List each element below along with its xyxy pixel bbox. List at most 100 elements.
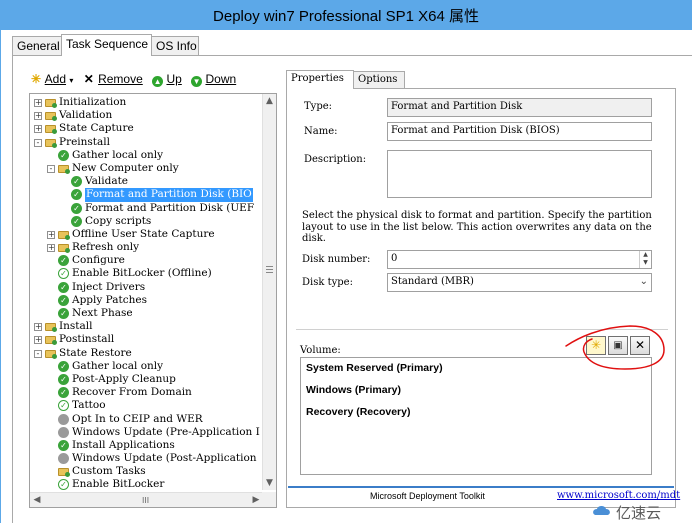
tree-horizontal-scrollbar[interactable]: ◀ III ▶ [30,492,263,507]
scroll-left-icon[interactable]: ◀ [30,493,44,507]
tree-item[interactable]: + Install [30,320,263,333]
tree-item[interactable]: ✓ Next Phase [30,307,263,320]
check-icon: ✓ [71,215,82,227]
tree-item[interactable]: ✓ Copy scripts [30,215,263,228]
spin-down-icon[interactable]: ▼ [640,259,651,267]
tree-item-label: Enable BitLocker (Offline) [72,267,212,280]
tree-item[interactable]: Custom Tasks [30,465,263,478]
tree-item[interactable]: + Postinstall [30,333,263,346]
volume-properties-icon[interactable]: ▣ [608,336,628,355]
tree-item[interactable]: - State Restore [30,347,263,360]
tree-item[interactable]: + Validation [30,109,263,122]
collapse-icon[interactable]: - [34,349,42,358]
expand-icon[interactable]: + [47,244,55,253]
tree-item[interactable]: ✓ Post-Apply Cleanup [30,373,263,386]
tree-item[interactable]: ✓ Validate [30,175,263,188]
tree-item[interactable]: ✓ Configure [30,254,263,267]
expand-icon[interactable]: + [34,323,42,332]
tree-item[interactable]: ✓ Tattoo [30,399,263,412]
folder-icon [58,468,70,478]
tree-item[interactable]: Opt In to CEIP and WER [30,413,263,426]
up-arrow-icon: ▲ [152,76,164,87]
task-toolbar: ✳ Add ▾ ✕ Remove ▲ Up ▼ Down [30,72,242,90]
volume-item[interactable]: Recovery (Recovery) [306,406,410,418]
tree-item-label: Recover From Domain [72,386,192,399]
tree-item[interactable]: ✓ Enable BitLocker [30,478,263,490]
chevron-down-icon[interactable]: ⌄ [640,276,648,287]
new-volume-icon[interactable]: ✳ [586,336,606,355]
scroll-down-icon[interactable]: ▼ [263,476,276,490]
check-outline-icon: ✓ [58,268,69,280]
tree-item[interactable]: + Offline User State Capture [30,228,263,241]
tree-item-label: Inject Drivers [72,280,146,293]
separator [296,329,668,330]
expand-icon[interactable]: + [47,230,55,239]
spin-up-icon[interactable]: ▲ [640,251,651,259]
title-bar: Deploy win7 Professional SP1 X64 属性 [0,0,692,30]
tree-item[interactable]: ✓ Format and Partition Disk (UEF [30,202,263,215]
tree-item[interactable]: + Refresh only [30,241,263,254]
down-label: Down [205,72,237,86]
disk-number-spinner[interactable]: 0 ▲ ▼ [387,250,652,269]
volume-list[interactable]: System Reserved (Primary) Windows (Prima… [300,357,652,475]
task-sequence-tree[interactable]: + Initialization + Validation + State Capture… [29,93,277,508]
tree-item[interactable]: ✓ Format and Partition Disk (BIO [30,188,263,202]
check-icon: ✓ [71,176,82,188]
tree-item-label: Copy scripts [85,214,152,227]
up-button[interactable]: ▲ Up [152,72,182,87]
tab-os-info[interactable]: OS Info [151,36,199,56]
disk-type-value: Standard (MBR) [391,276,474,287]
tab-options[interactable]: Options [353,71,405,88]
tree-item[interactable]: ✓ Recover From Domain [30,386,263,399]
tree-item[interactable]: + Initialization [30,96,263,109]
tree-item-label: Postinstall [59,333,115,346]
scroll-right-icon[interactable]: ▶ [249,493,263,507]
volume-item[interactable]: Windows (Primary) [306,384,401,396]
tree-item[interactable]: ✓ Gather local only [30,149,263,162]
tab-general[interactable]: General [12,36,62,56]
tree-item[interactable]: - Preinstall [30,136,263,149]
disk-type-select[interactable]: Standard (MBR) ⌄ [387,273,652,292]
volume-item[interactable]: System Reserved (Primary) [306,362,443,374]
check-outline-icon: ✓ [58,479,69,490]
tree-item[interactable]: Windows Update (Pre-Application I [30,426,263,439]
tree-item-label: Validate [85,175,129,188]
mdt-link[interactable]: www.microsoft.com/mdt [557,490,681,501]
scroll-up-icon[interactable]: ▲ [263,94,276,108]
expand-icon[interactable]: + [34,99,42,107]
remove-button[interactable]: ✕ Remove [83,72,143,86]
disk-number-label: Disk number: [302,254,371,265]
tree-vertical-scrollbar[interactable]: ▲ ▼ [262,94,276,490]
delete-volume-icon[interactable]: ✕ [630,336,650,355]
description-textarea[interactable] [387,150,652,198]
tree-item[interactable]: ✓ Install Applications [30,439,263,452]
tree-item[interactable]: ✓ Apply Patches [30,294,263,307]
type-label: Type: [304,101,333,112]
tree-item-label: Refresh only [72,241,140,254]
scroll-grip-icon[interactable] [266,266,273,273]
down-button[interactable]: ▼ Down [191,72,236,87]
tree-item[interactable]: Windows Update (Post-Application [30,452,263,465]
tab-properties[interactable]: Properties [286,70,354,89]
hscroll-grip[interactable]: III [142,496,149,505]
tree-item[interactable]: + State Capture [30,122,263,135]
collapse-icon[interactable]: - [34,138,42,147]
spinner-buttons[interactable]: ▲ ▼ [639,251,651,268]
disabled-icon [58,453,69,465]
add-button[interactable]: ✳ Add ▾ [30,72,73,86]
folder-icon [58,230,70,240]
expand-icon[interactable]: + [34,336,42,345]
name-input[interactable]: Format and Partition Disk (BIOS) [387,122,652,141]
tree-item-label: Next Phase [72,307,133,319]
check-outline-icon: ✓ [58,400,69,412]
check-icon: ✓ [58,373,69,385]
tree-item[interactable]: ✓ Inject Drivers [30,281,263,294]
expand-icon[interactable]: + [34,125,42,134]
tree-item[interactable]: - New Computer only [30,162,263,175]
tree-item[interactable]: ✓ Enable BitLocker (Offline) [30,267,263,280]
tree-item-label: Validation [59,109,113,122]
tab-task-sequence[interactable]: Task Sequence [61,34,152,56]
collapse-icon[interactable]: - [47,164,55,173]
expand-icon[interactable]: + [34,112,42,121]
tree-item[interactable]: ✓ Gather local only [30,360,263,373]
